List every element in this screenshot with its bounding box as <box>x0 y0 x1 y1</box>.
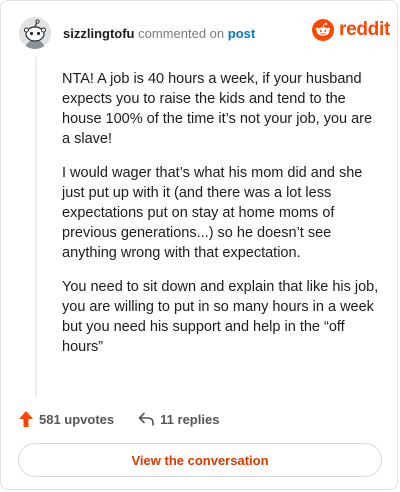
replies-button[interactable]: 11 replies <box>138 412 219 427</box>
comment-body: NTA! A job is 40 hours a week, if your h… <box>62 69 384 371</box>
comment-paragraph: You need to sit down and explain that li… <box>62 279 379 355</box>
upvote-arrow-icon <box>19 411 33 427</box>
avatar[interactable] <box>19 17 51 49</box>
header-action-text: commented on <box>138 26 225 41</box>
post-link[interactable]: post <box>228 26 255 41</box>
comment-paragraph: I would wager that’s what his mom did an… <box>62 165 363 261</box>
view-conversation-button[interactable]: View the conversation <box>18 443 382 477</box>
reddit-logo-icon <box>312 19 334 41</box>
comment-actions: 581 upvotes 11 replies <box>19 411 219 427</box>
snoo-avatar-icon <box>19 17 51 49</box>
reply-count: 11 replies <box>160 411 220 427</box>
comment-paragraph: NTA! A job is 40 hours a week, if your h… <box>62 71 373 147</box>
upvote-count: 581 upvotes <box>39 411 115 427</box>
comment-header: sizzlingtofu commented on post <box>63 26 255 41</box>
username-link[interactable]: sizzlingtofu <box>63 26 135 41</box>
thread-line <box>35 57 37 397</box>
reply-arrow-icon <box>138 412 154 426</box>
reddit-wordmark: reddit <box>339 19 390 40</box>
reddit-brand[interactable]: reddit <box>312 19 390 41</box>
embedded-comment-card: sizzlingtofu commented on post reddit NT… <box>0 0 398 490</box>
upvote-button[interactable]: 581 upvotes <box>19 411 114 427</box>
